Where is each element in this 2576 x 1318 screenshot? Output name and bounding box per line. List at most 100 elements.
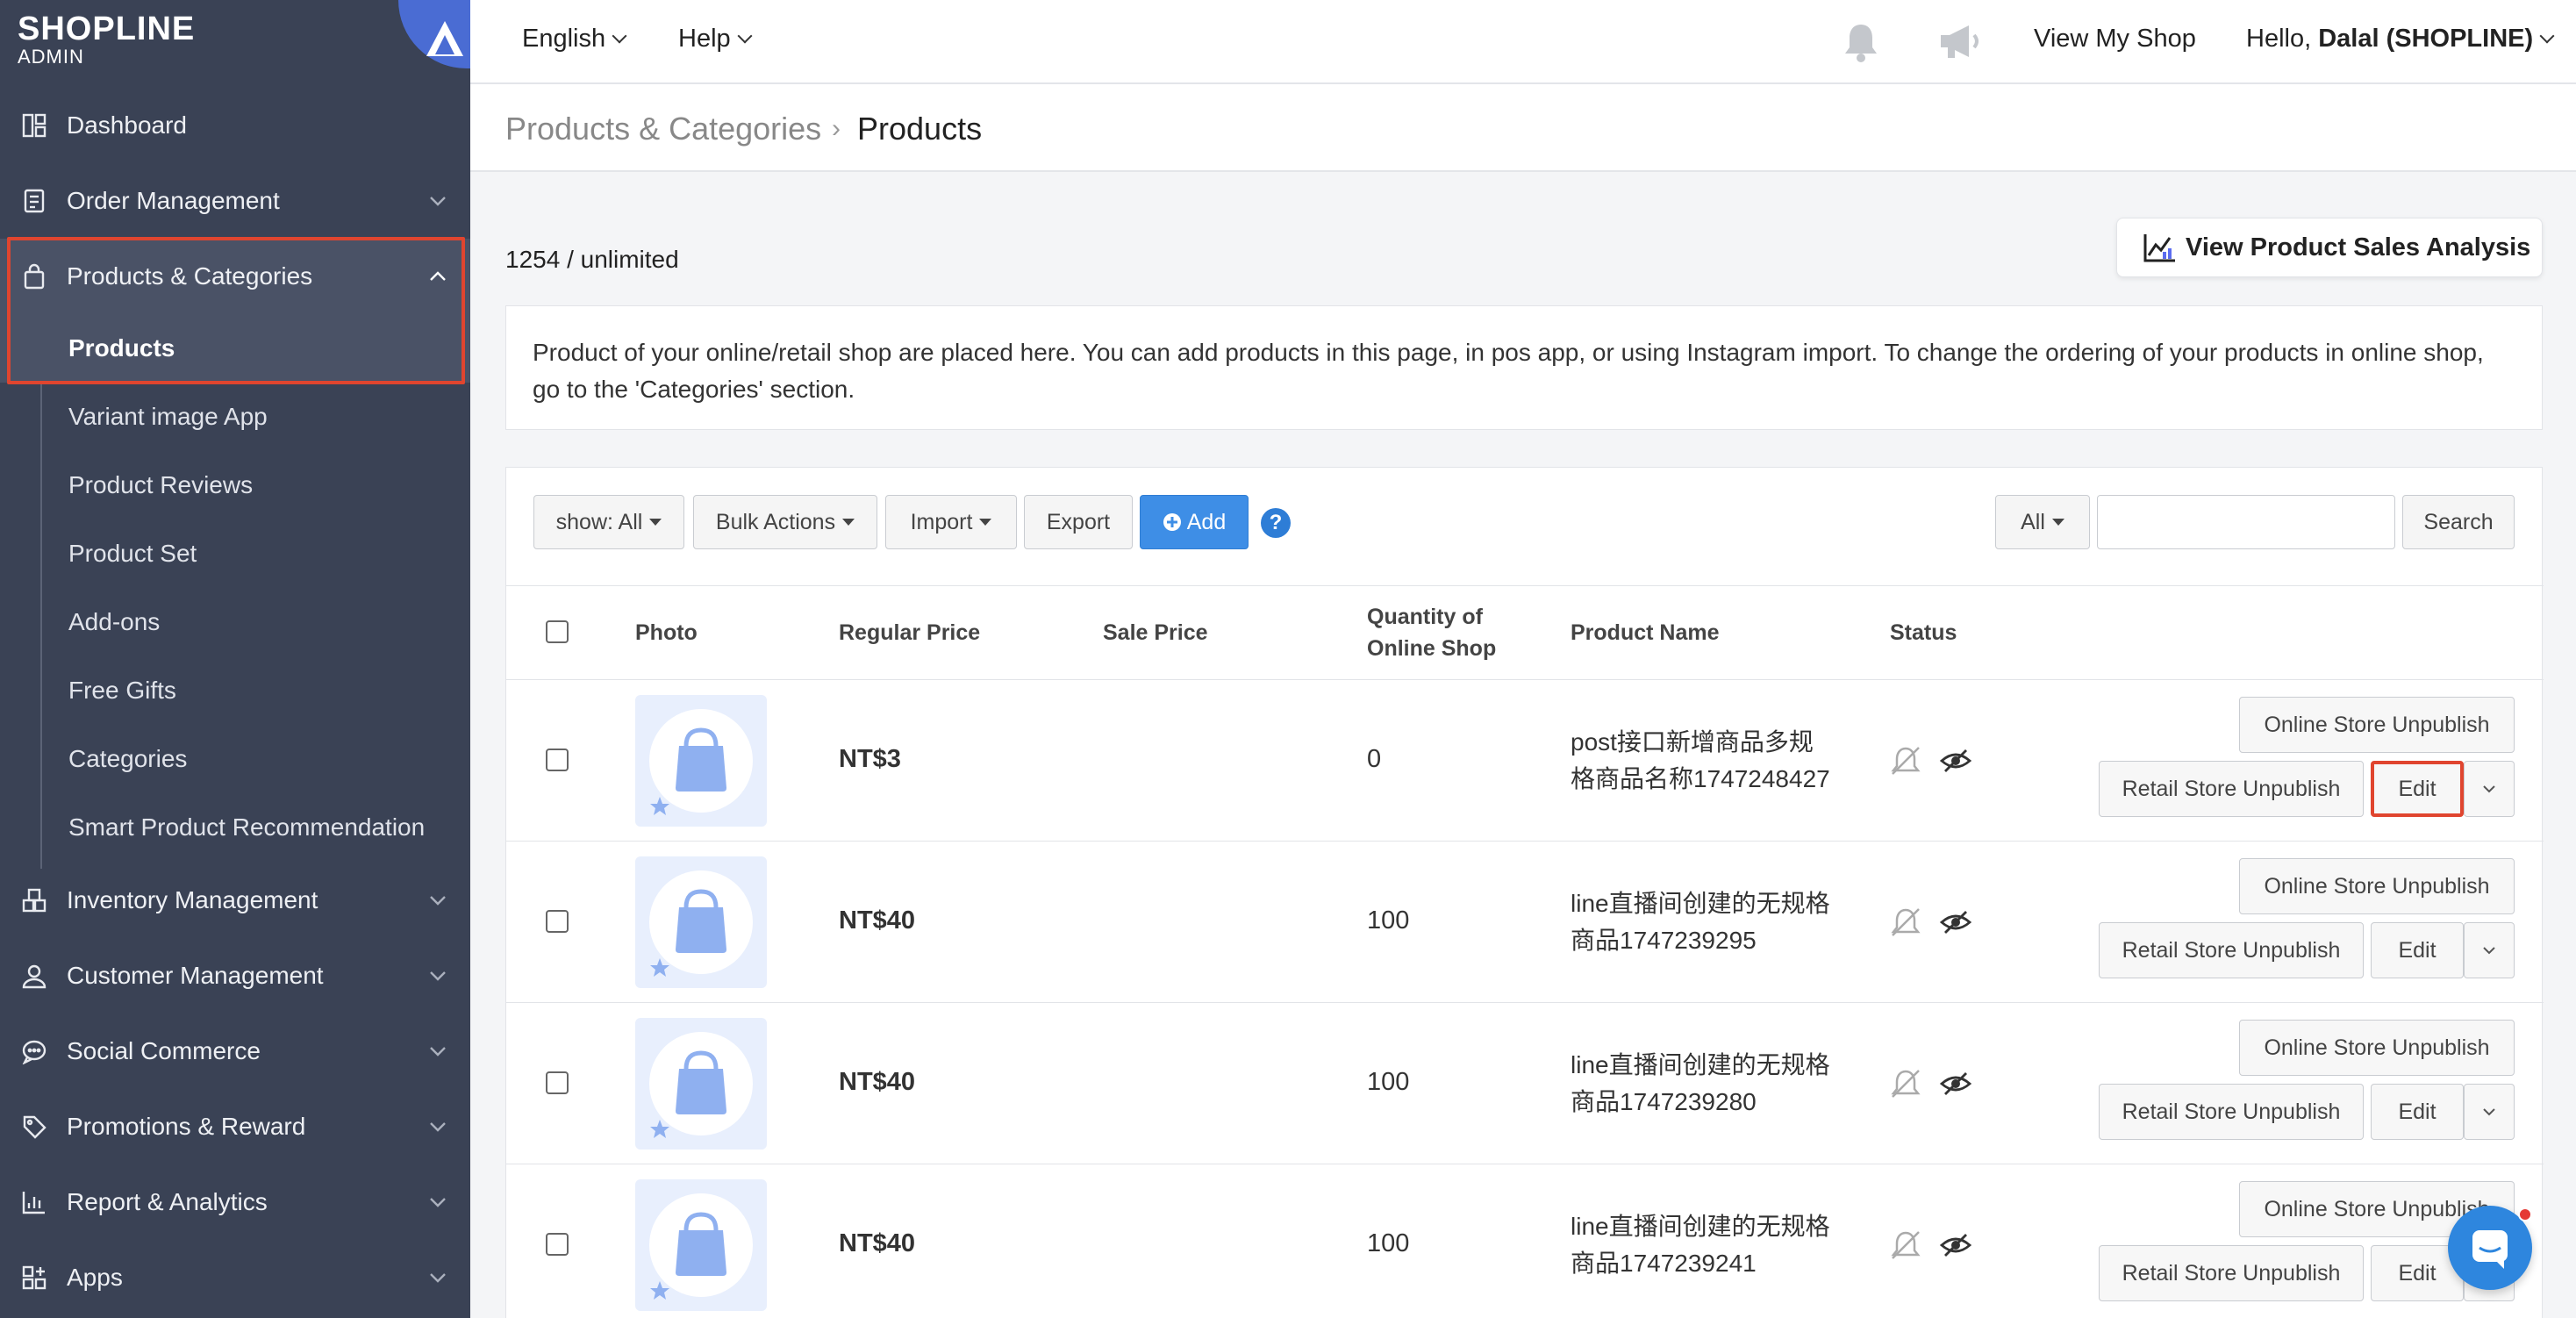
eye-hidden-icon	[1939, 749, 1972, 772]
search-scope-dropdown[interactable]: All	[1995, 495, 2090, 549]
notification-off-icon	[1891, 747, 1921, 775]
product-name[interactable]: line直播间创建的无规格 商品1747239241	[1571, 1208, 1851, 1282]
order-icon	[19, 186, 49, 216]
sidebar-subitem-label: Product Reviews	[68, 471, 254, 498]
search-scope-label: All	[2021, 509, 2045, 534]
quantity: 100	[1367, 906, 1410, 935]
online-store-unpublish-button[interactable]: Online Store Unpublish	[2239, 858, 2515, 914]
sidebar-subitem-free-gifts[interactable]: Free Gifts	[0, 656, 470, 725]
sales-button-label: View Product Sales Analysis	[2186, 233, 2531, 261]
product-thumbnail[interactable]	[635, 1179, 767, 1311]
product-name[interactable]: post接口新增商品多规 格商品名称1747248427	[1571, 724, 1851, 798]
online-store-unpublish-button[interactable]: Online Store Unpublish	[2239, 1020, 2515, 1076]
add-product-button[interactable]: Add	[1140, 495, 1249, 549]
notification-dot	[2518, 1207, 2532, 1221]
megaphone-icon[interactable]	[1937, 23, 1983, 61]
product-thumbnail[interactable]	[635, 695, 767, 827]
help-circle-icon[interactable]: ?	[1261, 508, 1291, 538]
product-name[interactable]: line直播间创建的无规格 商品1747239280	[1571, 1047, 1851, 1121]
sidebar-item-dashboard[interactable]: Dashboard	[0, 88, 470, 163]
sidebar-subitem-label: Categories	[68, 745, 188, 772]
more-actions-dropdown[interactable]	[2464, 1084, 2515, 1140]
import-dropdown[interactable]: Import	[885, 495, 1017, 549]
product-thumbnail[interactable]	[635, 856, 767, 988]
info-notice: Product of your online/retail shop are p…	[505, 305, 2543, 430]
search-input[interactable]	[2097, 495, 2395, 549]
sidebar-item-promotions-reward[interactable]: Promotions & Reward	[0, 1089, 470, 1164]
product-thumbnail[interactable]	[635, 1018, 767, 1150]
quantity: 100	[1367, 1229, 1410, 1257]
chevron-down-icon	[2539, 28, 2555, 44]
sidebar-subitem-label: Products	[68, 334, 175, 362]
sidebar-item-social-commerce[interactable]: Social Commerce	[0, 1014, 470, 1089]
sidebar-item-products-categories[interactable]: Products & Categories	[0, 239, 470, 314]
caret-down-icon	[649, 519, 662, 526]
notification-off-icon	[1891, 1231, 1921, 1259]
export-button[interactable]: Export	[1024, 495, 1133, 549]
info-text: Product of your online/retail shop are p…	[533, 339, 2484, 403]
column-header-regular-price: Regular Price	[839, 620, 981, 645]
sidebar-subitem-add-ons[interactable]: Add-ons	[0, 588, 470, 656]
regular-price: NT$40	[839, 1068, 916, 1096]
logo-text: SHOPLINE	[18, 11, 196, 47]
table-row: NT$40 100 line直播间创建的无规格 商品1747239280 Onl…	[506, 1002, 2544, 1164]
sidebar-item-customer-management[interactable]: Customer Management	[0, 938, 470, 1014]
bulk-actions-label: Bulk Actions	[715, 509, 836, 534]
regular-price: NT$3	[839, 745, 901, 773]
chevron-down-icon	[430, 1122, 446, 1132]
sidebar-item-inventory-management[interactable]: Inventory Management	[0, 863, 470, 938]
row-checkbox[interactable]	[546, 910, 569, 933]
sidebar-subitem-product-reviews[interactable]: Product Reviews	[0, 451, 470, 519]
retail-store-unpublish-button[interactable]: Retail Store Unpublish	[2099, 1084, 2364, 1140]
sidebar-subitem-label: Add-ons	[68, 608, 161, 635]
row-checkbox[interactable]	[546, 749, 569, 771]
import-label: Import	[910, 509, 973, 534]
table-row: NT$40 100 line直播间创建的无规格 商品1747239241 Onl…	[506, 1164, 2544, 1318]
logo[interactable]: SHOPLINE ADMIN	[0, 0, 470, 82]
sidebar-subitem-product-set[interactable]: Product Set	[0, 519, 470, 588]
show-filter-dropdown[interactable]: show: All	[533, 495, 684, 549]
eye-hidden-icon	[1939, 1234, 1972, 1257]
more-actions-dropdown[interactable]	[2464, 761, 2515, 817]
column-header-quantity: Quantity of Online Shop	[1367, 601, 1496, 664]
edit-button[interactable]: Edit	[2371, 1084, 2464, 1140]
eye-hidden-icon	[1939, 1072, 1972, 1095]
help-dropdown[interactable]: Help	[678, 25, 753, 54]
more-actions-dropdown[interactable]	[2464, 922, 2515, 978]
bulk-actions-dropdown[interactable]: Bulk Actions	[693, 495, 877, 549]
row-checkbox[interactable]	[546, 1071, 569, 1094]
sidebar-item-apps[interactable]: Apps	[0, 1240, 470, 1315]
edit-button[interactable]: Edit	[2371, 761, 2464, 817]
sidebar-item-label: Order Management	[67, 187, 280, 214]
sidebar-item-order-management[interactable]: Order Management	[0, 163, 470, 239]
breadcrumb-parent[interactable]: Products & Categories	[505, 111, 821, 147]
search-button[interactable]: Search	[2402, 495, 2515, 549]
inventory-icon	[19, 885, 49, 915]
language-dropdown[interactable]: English	[522, 25, 627, 54]
online-store-unpublish-button[interactable]: Online Store Unpublish	[2239, 697, 2515, 753]
notification-off-icon	[1891, 1070, 1921, 1098]
page-title: Products	[857, 111, 983, 147]
view-my-shop-link[interactable]: View My Shop	[2034, 25, 2196, 54]
chevron-up-icon	[430, 271, 446, 281]
sidebar-subitem-smart-product-recommendation[interactable]: Smart Product Recommendation	[0, 793, 470, 862]
sidebar-item-label: Report & Analytics	[67, 1188, 268, 1215]
retail-store-unpublish-button[interactable]: Retail Store Unpublish	[2099, 761, 2364, 817]
sidebar-subitem-products[interactable]: Products	[0, 314, 470, 383]
product-name[interactable]: line直播间创建的无规格 商品1747239295	[1571, 885, 1851, 959]
edit-button[interactable]: Edit	[2371, 922, 2464, 978]
product-name-line2: 商品1747239280	[1571, 1088, 1757, 1115]
chat-icon	[19, 1036, 49, 1066]
bell-icon[interactable]	[1841, 21, 1881, 63]
sidebar-subitem-variant-image-app[interactable]: Variant image App	[0, 383, 470, 451]
sidebar-subitem-categories[interactable]: Categories	[0, 725, 470, 793]
view-sales-analysis-button[interactable]: View Product Sales Analysis	[2116, 218, 2543, 277]
retail-store-unpublish-button[interactable]: Retail Store Unpublish	[2099, 922, 2364, 978]
chevron-down-icon	[430, 1198, 446, 1207]
select-all-checkbox[interactable]	[546, 620, 569, 643]
retail-store-unpublish-button[interactable]: Retail Store Unpublish	[2099, 1245, 2364, 1301]
user-menu[interactable]: Hello, Dalal (SHOPLINE)	[2246, 25, 2555, 54]
shopping-bag-icon	[650, 1050, 726, 1138]
sidebar-item-report-analytics[interactable]: Report & Analytics	[0, 1164, 470, 1240]
row-checkbox[interactable]	[546, 1233, 569, 1256]
